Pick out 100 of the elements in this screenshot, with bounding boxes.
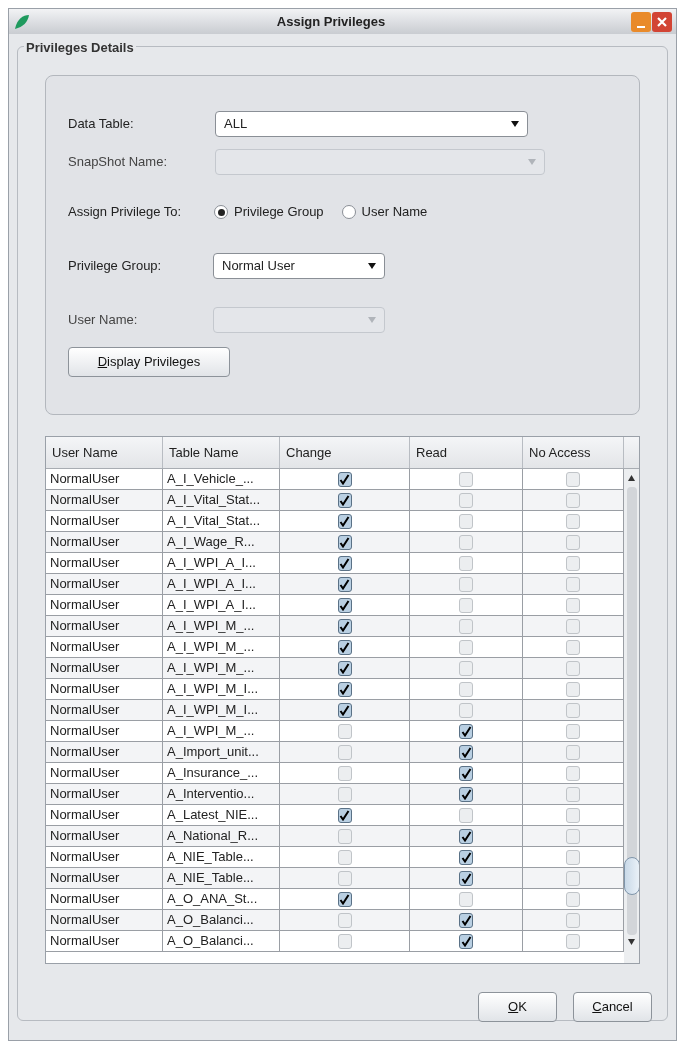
dialog-button[interactable]: Cancel	[573, 992, 652, 1022]
radio-label[interactable]: User Name	[361, 202, 428, 222]
column-header[interactable]: No Access	[523, 437, 624, 468]
table-cell: NormalUser	[46, 742, 163, 762]
scroll-down-icon[interactable]	[628, 939, 635, 945]
table-cell: A_I_WPI_A_I...	[163, 574, 280, 594]
checkbox[interactable]	[459, 723, 473, 739]
checkbox[interactable]	[566, 555, 580, 571]
checkbox[interactable]	[459, 618, 473, 634]
checkbox[interactable]	[337, 723, 352, 739]
checkbox[interactable]	[337, 849, 352, 865]
dialog-button[interactable]: Display Privileges	[68, 347, 230, 377]
checkbox[interactable]	[566, 702, 580, 718]
checkbox[interactable]	[337, 618, 352, 634]
table-cell: A_I_WPI_A_I...	[163, 595, 280, 615]
table-cell: NormalUser	[46, 553, 163, 573]
table-cell: A_O_Balanci...	[163, 931, 280, 951]
checkbox[interactable]	[459, 471, 473, 487]
checkbox[interactable]	[337, 471, 352, 487]
checkbox[interactable]	[566, 639, 580, 655]
checkbox[interactable]	[459, 786, 473, 802]
radio-button[interactable]	[214, 205, 228, 219]
checkbox[interactable]	[566, 681, 580, 697]
checkbox[interactable]	[459, 513, 473, 529]
checkbox[interactable]	[459, 912, 473, 928]
checkbox[interactable]	[566, 786, 580, 802]
checkbox[interactable]	[566, 870, 580, 886]
checkbox[interactable]	[337, 534, 352, 550]
checkbox[interactable]	[337, 660, 352, 676]
table-cell: A_I_Vital_Stat...	[163, 511, 280, 531]
checkbox[interactable]	[337, 639, 352, 655]
checkbox[interactable]	[566, 744, 580, 760]
checkbox[interactable]	[459, 597, 473, 613]
checkbox[interactable]	[459, 492, 473, 508]
checkbox[interactable]	[337, 765, 352, 781]
checkbox[interactable]	[566, 723, 580, 739]
checkbox[interactable]	[337, 702, 352, 718]
minimize-button[interactable]	[631, 11, 651, 32]
checkbox[interactable]	[566, 765, 580, 781]
checkbox[interactable]	[566, 891, 580, 907]
checkbox[interactable]	[337, 513, 352, 529]
checkbox[interactable]	[459, 849, 473, 865]
checkbox[interactable]	[337, 891, 352, 907]
checkbox[interactable]	[459, 744, 473, 760]
radio-label[interactable]: Privilege Group	[234, 202, 324, 222]
checkbox[interactable]	[337, 492, 352, 508]
checkbox[interactable]	[337, 828, 352, 844]
checkbox[interactable]	[459, 681, 473, 697]
dropdown[interactable]: Normal User	[213, 253, 385, 279]
column-header[interactable]: Change	[280, 437, 410, 468]
checkbox[interactable]	[337, 555, 352, 571]
close-icon	[657, 16, 667, 27]
table-cell: A_National_R...	[163, 826, 280, 846]
radio-button[interactable]	[341, 205, 356, 219]
column-header[interactable]: Table Name	[163, 437, 280, 468]
checkbox[interactable]	[459, 660, 473, 676]
checkbox[interactable]	[337, 681, 352, 697]
column-header[interactable]: Read	[410, 437, 523, 468]
table-cell: A_I_WPI_M_...	[163, 637, 280, 657]
checkbox[interactable]	[566, 576, 580, 592]
checkbox[interactable]	[566, 492, 580, 508]
checkbox[interactable]	[459, 534, 473, 550]
checkbox[interactable]	[459, 891, 473, 907]
close-button[interactable]	[652, 11, 672, 32]
checkbox[interactable]	[459, 828, 473, 844]
scroll-up-icon[interactable]	[628, 475, 635, 481]
checkbox[interactable]	[566, 912, 580, 928]
checkbox[interactable]	[566, 471, 580, 487]
checkbox[interactable]	[566, 534, 580, 550]
checkbox[interactable]	[566, 807, 580, 823]
checkbox[interactable]	[566, 660, 580, 676]
checkbox[interactable]	[337, 744, 352, 760]
table-cell: NormalUser	[46, 532, 163, 552]
table-cell: A_I_WPI_A_I...	[163, 553, 280, 573]
checkbox[interactable]	[566, 933, 580, 949]
scrollbar[interactable]	[624, 469, 639, 963]
checkbox[interactable]	[459, 555, 473, 571]
checkbox[interactable]	[337, 870, 352, 886]
checkbox[interactable]	[566, 618, 580, 634]
table-cell: A_I_Vehicle_...	[163, 469, 280, 489]
checkbox[interactable]	[459, 639, 473, 655]
checkbox[interactable]	[459, 765, 473, 781]
checkbox[interactable]	[337, 576, 352, 592]
checkbox[interactable]	[566, 597, 580, 613]
checkbox[interactable]	[337, 597, 352, 613]
checkbox[interactable]	[459, 702, 473, 718]
checkbox[interactable]	[566, 513, 580, 529]
dropdown[interactable]: ALL	[215, 111, 528, 137]
checkbox[interactable]	[459, 933, 473, 949]
checkbox[interactable]	[566, 849, 580, 865]
checkbox[interactable]	[459, 870, 473, 886]
checkbox[interactable]	[459, 807, 473, 823]
checkbox[interactable]	[459, 576, 473, 592]
checkbox[interactable]	[337, 912, 352, 928]
checkbox[interactable]	[566, 828, 580, 844]
checkbox[interactable]	[337, 933, 352, 949]
checkbox[interactable]	[337, 786, 352, 802]
dialog-button[interactable]: OK	[478, 992, 557, 1022]
checkbox[interactable]	[337, 807, 352, 823]
column-header[interactable]: User Name	[46, 437, 163, 468]
